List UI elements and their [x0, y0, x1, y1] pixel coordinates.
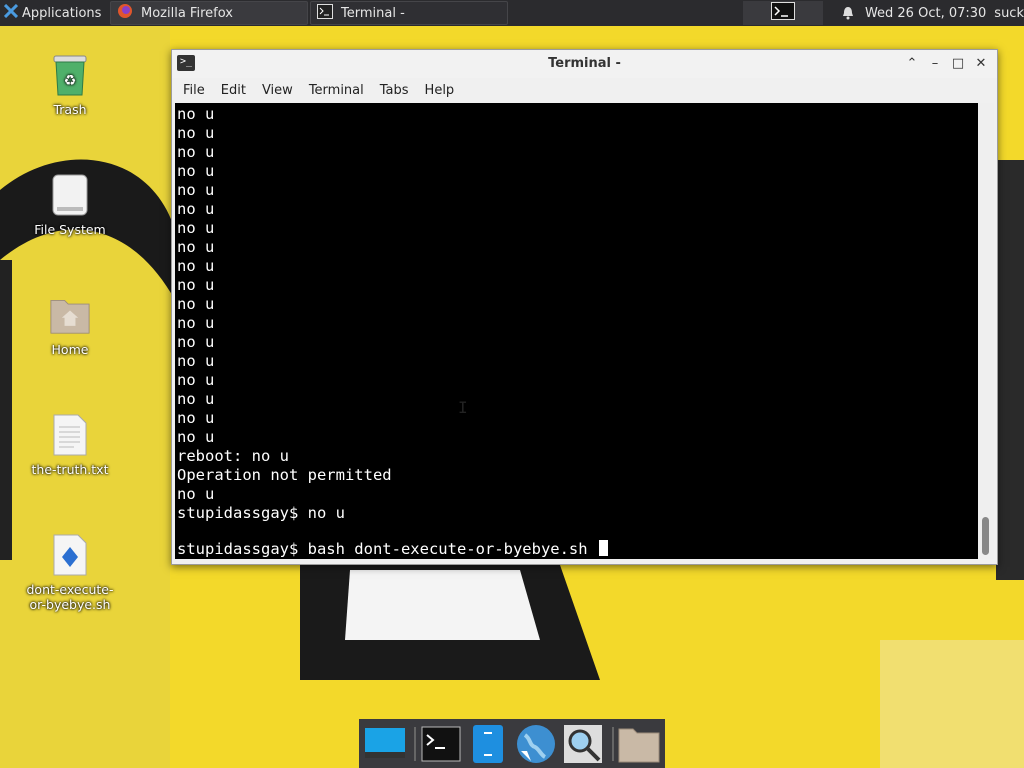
menu-terminal[interactable]: Terminal	[301, 83, 372, 98]
menu-view[interactable]: View	[254, 83, 301, 98]
dock-folder[interactable]	[618, 722, 661, 766]
app-finder-icon	[563, 724, 602, 763]
terminal-prompt-line: stupidassgay$ bash dont-execute-or-byeby…	[177, 540, 608, 559]
terminal-output-line: stupidassgay$ no u	[177, 504, 345, 522]
terminal-output-line: no u	[177, 371, 215, 389]
terminal-output-line: no u	[177, 200, 215, 218]
trash-icon: ♻	[50, 52, 90, 98]
terminal-icon	[317, 3, 333, 23]
menu-file[interactable]: File	[175, 83, 213, 98]
terminal-output-line: no u	[177, 238, 215, 256]
terminal-icon	[770, 2, 795, 24]
terminal-output-line: no u	[177, 428, 215, 446]
terminal-output-line: no u	[177, 124, 215, 142]
terminal-output-line: no u	[177, 276, 215, 294]
text-cursor	[598, 540, 608, 556]
panel-user-menu[interactable]: suck	[994, 0, 1024, 26]
applications-menu[interactable]: Applications ⋮	[0, 0, 118, 26]
taskbar-label: Mozilla Firefox	[141, 5, 233, 21]
desktop-icon-label: dont-execute-or-byebye.sh	[26, 582, 114, 612]
shade-button[interactable]: ⌃	[903, 55, 921, 73]
firefox-icon	[117, 3, 133, 23]
terminal-icon	[421, 726, 461, 761]
terminal-output-line: no u	[177, 333, 215, 351]
dock-web-browser[interactable]	[514, 722, 557, 766]
window-titlebar[interactable]: >_ Terminal - ⌃ – □ ✕	[172, 50, 997, 78]
folder-icon	[618, 728, 660, 762]
drive-icon	[50, 172, 90, 218]
terminal-output-line: no u	[177, 162, 215, 180]
script-file-icon	[50, 532, 90, 578]
svg-text:♻: ♻	[64, 73, 77, 89]
menubar: File Edit View Terminal Tabs Help	[172, 78, 997, 102]
home-folder-icon	[50, 292, 90, 338]
bottom-dock	[359, 719, 665, 768]
terminal-output-line: no u	[177, 485, 215, 503]
terminal-output-line: Operation not permitted	[177, 466, 392, 484]
dock-file-manager[interactable]	[467, 722, 510, 766]
applications-icon	[3, 3, 19, 22]
terminal-output-line: no u	[177, 295, 215, 313]
panel-terminal-launcher[interactable]	[742, 1, 823, 25]
desktop-icon-label: File System	[34, 222, 106, 237]
ibeam-cursor-icon: I	[458, 398, 468, 417]
desktop-icon-label: the-truth.txt	[31, 462, 109, 477]
taskbar-label: Terminal -	[341, 5, 405, 21]
desktop-icon-home[interactable]: Home	[22, 292, 118, 357]
terminal-output-line: no u	[177, 409, 215, 427]
terminal-window: >_ Terminal - ⌃ – □ ✕ File Edit View Ter…	[171, 49, 998, 565]
terminal-lines: no u no u no u no u no u no u no u no u no u no u…	[177, 105, 392, 542]
menu-tabs[interactable]: Tabs	[372, 83, 417, 98]
dock-separator	[612, 726, 614, 761]
applications-label: Applications	[22, 5, 102, 21]
desktop-icon-trash[interactable]: ♻ Trash	[22, 52, 118, 117]
close-button[interactable]: ✕	[972, 55, 990, 73]
taskbar-button-terminal[interactable]: Terminal -	[310, 1, 508, 25]
desktop-icon-label: Home	[51, 342, 89, 357]
terminal-output-line: reboot: no u	[177, 447, 289, 465]
terminal-output[interactable]: no u no u no u no u no u no u no u no u no u no u…	[175, 103, 978, 559]
terminal-output-line: no u	[177, 181, 215, 199]
dock-app-finder[interactable]	[561, 722, 604, 766]
window-title: Terminal -	[548, 56, 621, 71]
terminal-output-line: no u	[177, 257, 215, 275]
dock-separator	[414, 726, 416, 761]
maximize-button[interactable]: □	[949, 55, 967, 73]
file-manager-icon	[473, 724, 504, 763]
desktop-icon-the-truth[interactable]: the-truth.txt	[22, 412, 118, 477]
show-desktop-icon	[364, 727, 405, 758]
menu-edit[interactable]: Edit	[213, 83, 254, 98]
prompt-text: stupidassgay$ bash dont-execute-or-byeby…	[177, 540, 597, 558]
minimize-button[interactable]: –	[926, 55, 944, 73]
dock-terminal[interactable]	[420, 722, 463, 766]
terminal-output-line: no u	[177, 219, 215, 237]
desktop-icon-file-system[interactable]: File System	[22, 172, 118, 237]
terminal-output-line: no u	[177, 352, 215, 370]
notification-bell-icon[interactable]	[837, 0, 859, 26]
terminal-output-line: no u	[177, 390, 215, 408]
scrollbar-thumb[interactable]	[982, 517, 989, 555]
terminal-output-line: no u	[177, 105, 215, 123]
terminal-output-line: no u	[177, 143, 215, 161]
desktop-icon-label: Trash	[53, 102, 87, 117]
dock-show-desktop[interactable]	[363, 722, 406, 766]
top-panel: Applications ⋮ Mozilla Firefox Terminal …	[0, 0, 1024, 26]
web-browser-icon	[516, 724, 555, 763]
desktop-icon-script[interactable]: dont-execute-or-byebye.sh	[22, 532, 118, 612]
menu-help[interactable]: Help	[417, 83, 463, 98]
panel-clock[interactable]: Wed 26 Oct, 07:30	[865, 0, 986, 26]
text-file-icon	[50, 412, 90, 458]
taskbar-button-firefox[interactable]: Mozilla Firefox	[110, 1, 308, 25]
terminal-scrollbar[interactable]	[978, 103, 994, 559]
terminal-output-line: no u	[177, 314, 215, 332]
